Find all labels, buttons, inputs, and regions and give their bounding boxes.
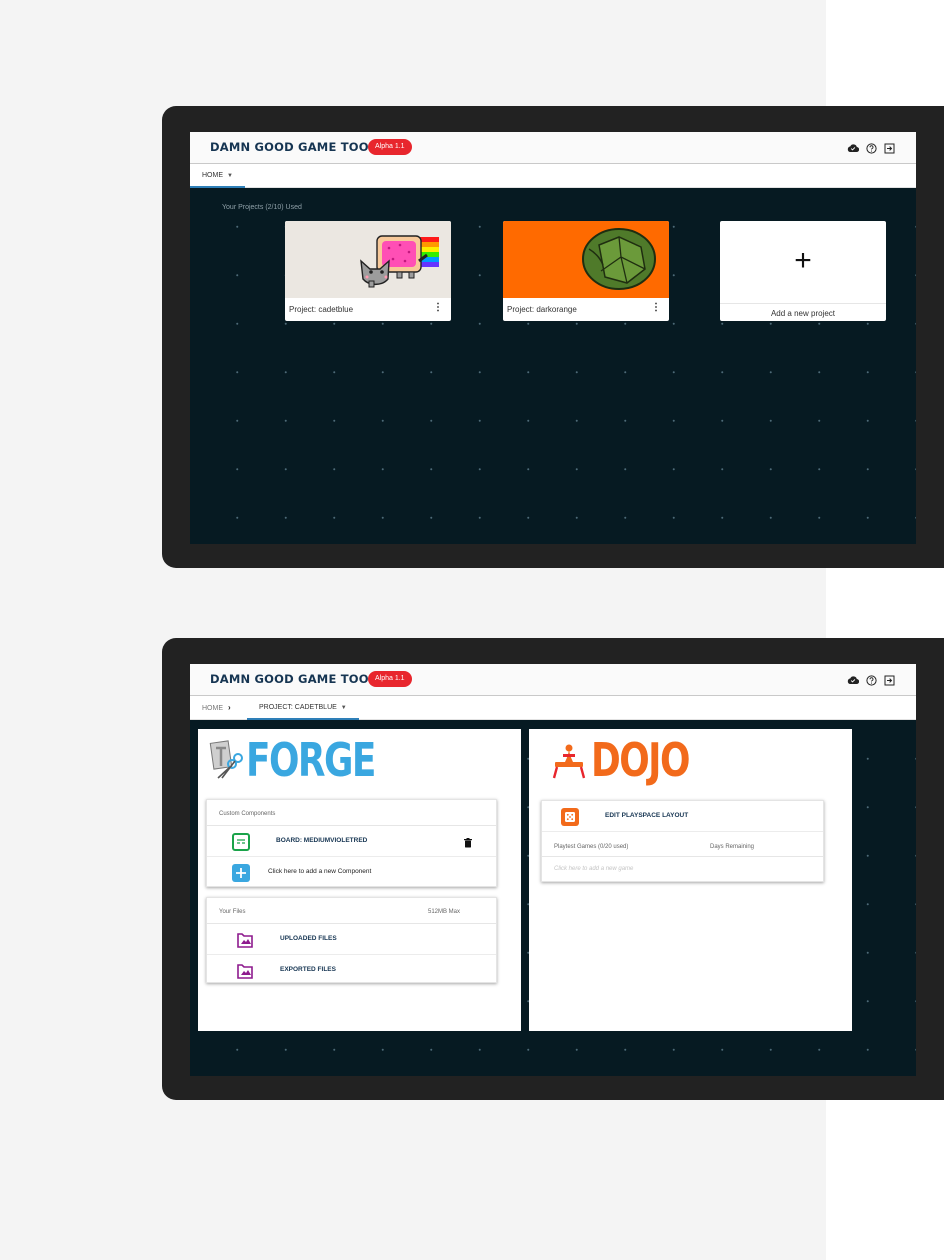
logout-icon[interactable] (882, 673, 896, 687)
forge-title: FORGE (246, 733, 376, 787)
project-card-cadetblue[interactable]: Project: cadetblue ⋮ (285, 221, 451, 321)
add-game-row[interactable]: Click here to add a new game (542, 857, 823, 881)
project-card-darkorange[interactable]: Project: darkorange ⋮ (503, 221, 669, 321)
add-component-row[interactable]: Click here to add a new Component (207, 857, 496, 888)
plus-icon: + (794, 244, 812, 277)
image-folder-icon (236, 931, 254, 949)
tab-home[interactable]: HOME ▼ (190, 164, 245, 188)
device-frame-project-detail: DAMN GOOD GAME TOOLS Alpha 1.1 HOME › PRO… (162, 638, 944, 1100)
days-remaining-label: Days Remaining (710, 844, 755, 850)
turtle-shell-image (503, 221, 669, 298)
component-label[interactable]: BOARD: MEDIUMVIOLETRED (276, 837, 367, 844)
help-circle-icon[interactable] (864, 141, 878, 155)
your-files-header: Your Files 512MB Max (207, 898, 496, 924)
your-files-box: Your Files 512MB Max UPLOADED FILES EXPO… (206, 897, 497, 983)
nav-tabs: HOME ▼ (190, 164, 916, 188)
add-icon (232, 864, 250, 882)
dojo-brand: DOJO (551, 735, 717, 785)
logout-icon[interactable] (882, 141, 896, 155)
forge-logo-icon (209, 740, 243, 779)
edit-playspace-link[interactable]: EDIT PLAYSPACE LAYOUT (605, 812, 688, 819)
dice-icon (561, 808, 579, 826)
trash-icon[interactable] (464, 835, 472, 853)
app-bar: DAMN GOOD GAME TOOLS Alpha 1.1 (190, 132, 916, 164)
nyan-cat-image (285, 221, 451, 298)
your-files-label: Your Files (219, 909, 246, 915)
forge-panel: FORGE Custom Components BOARD: MEDIUMVIO… (198, 729, 521, 1031)
more-vert-icon[interactable]: ⋮ (651, 302, 661, 313)
uploaded-files-row[interactable]: UPLOADED FILES (207, 924, 496, 955)
version-badge: Alpha 1.1 (368, 139, 412, 155)
files-quota: 512MB Max (427, 909, 460, 915)
breadcrumb-home-label: HOME (202, 705, 223, 712)
projects-screen: DAMN GOOD GAME TOOLS Alpha 1.1 HOME ▼ You… (190, 132, 916, 544)
projects-count-caption: Your Projects (2/10) Used (222, 204, 302, 211)
help-circle-icon[interactable] (864, 673, 878, 687)
project-detail-screen: DAMN GOOD GAME TOOLS Alpha 1.1 HOME › PRO… (190, 664, 916, 1076)
playtest-count-label: Playtest Games (0/20 used) (554, 844, 629, 850)
app-logo[interactable]: DAMN GOOD GAME TOOLS (210, 140, 385, 154)
board-icon (232, 833, 250, 851)
breadcrumb: HOME › PROJECT: CADETBLUE ▼ (190, 696, 916, 720)
add-project-card[interactable]: + Add a new project (720, 221, 886, 321)
project-card-label: Project: darkorange (507, 305, 577, 314)
exported-files-row[interactable]: EXPORTED FILES (207, 955, 496, 986)
dojo-logo-icon (552, 744, 586, 779)
caret-down-icon: ▼ (340, 705, 347, 711)
add-project-label: Add a new project (720, 303, 886, 318)
dojo-panel: DOJO EDIT PLAYSPACE LAYOUT Playtest Game… (529, 729, 852, 1031)
custom-components-header: Custom Components (207, 800, 496, 826)
project-card-label: Project: cadetblue (289, 305, 354, 314)
caret-down-icon: ▼ (227, 173, 233, 179)
more-vert-icon[interactable]: ⋮ (433, 302, 443, 313)
image-folder-icon (236, 962, 254, 980)
playspace-box: EDIT PLAYSPACE LAYOUT Playtest Games (0/… (541, 800, 824, 882)
dojo-title: DOJO (591, 733, 690, 787)
edit-playspace-row[interactable]: EDIT PLAYSPACE LAYOUT (542, 801, 823, 832)
forge-brand: FORGE (208, 735, 411, 785)
cloud-check-icon[interactable] (846, 141, 860, 155)
app-bar: DAMN GOOD GAME TOOLS Alpha 1.1 (190, 664, 916, 696)
device-frame-projects: DAMN GOOD GAME TOOLS Alpha 1.1 HOME ▼ You… (162, 106, 944, 568)
add-component-label: Click here to add a new Component (268, 868, 372, 875)
version-badge: Alpha 1.1 (368, 671, 412, 687)
tab-home-label: HOME (202, 172, 223, 179)
exported-files-link[interactable]: EXPORTED FILES (280, 966, 336, 973)
breadcrumb-home[interactable]: HOME › (190, 696, 243, 720)
uploaded-files-link[interactable]: UPLOADED FILES (280, 935, 337, 942)
app-logo[interactable]: DAMN GOOD GAME TOOLS (210, 672, 385, 686)
custom-components-box: Custom Components BOARD: MEDIUMVIOLETRED… (206, 799, 497, 887)
chevron-right-icon: › (228, 703, 231, 712)
cloud-check-icon[interactable] (846, 673, 860, 687)
playtest-header: Playtest Games (0/20 used) Days Remainin… (542, 832, 823, 857)
tab-project[interactable]: PROJECT: CADETBLUE ▼ (247, 696, 359, 720)
component-row[interactable]: BOARD: MEDIUMVIOLETRED (207, 826, 496, 857)
tab-project-label: PROJECT: CADETBLUE (259, 704, 337, 711)
